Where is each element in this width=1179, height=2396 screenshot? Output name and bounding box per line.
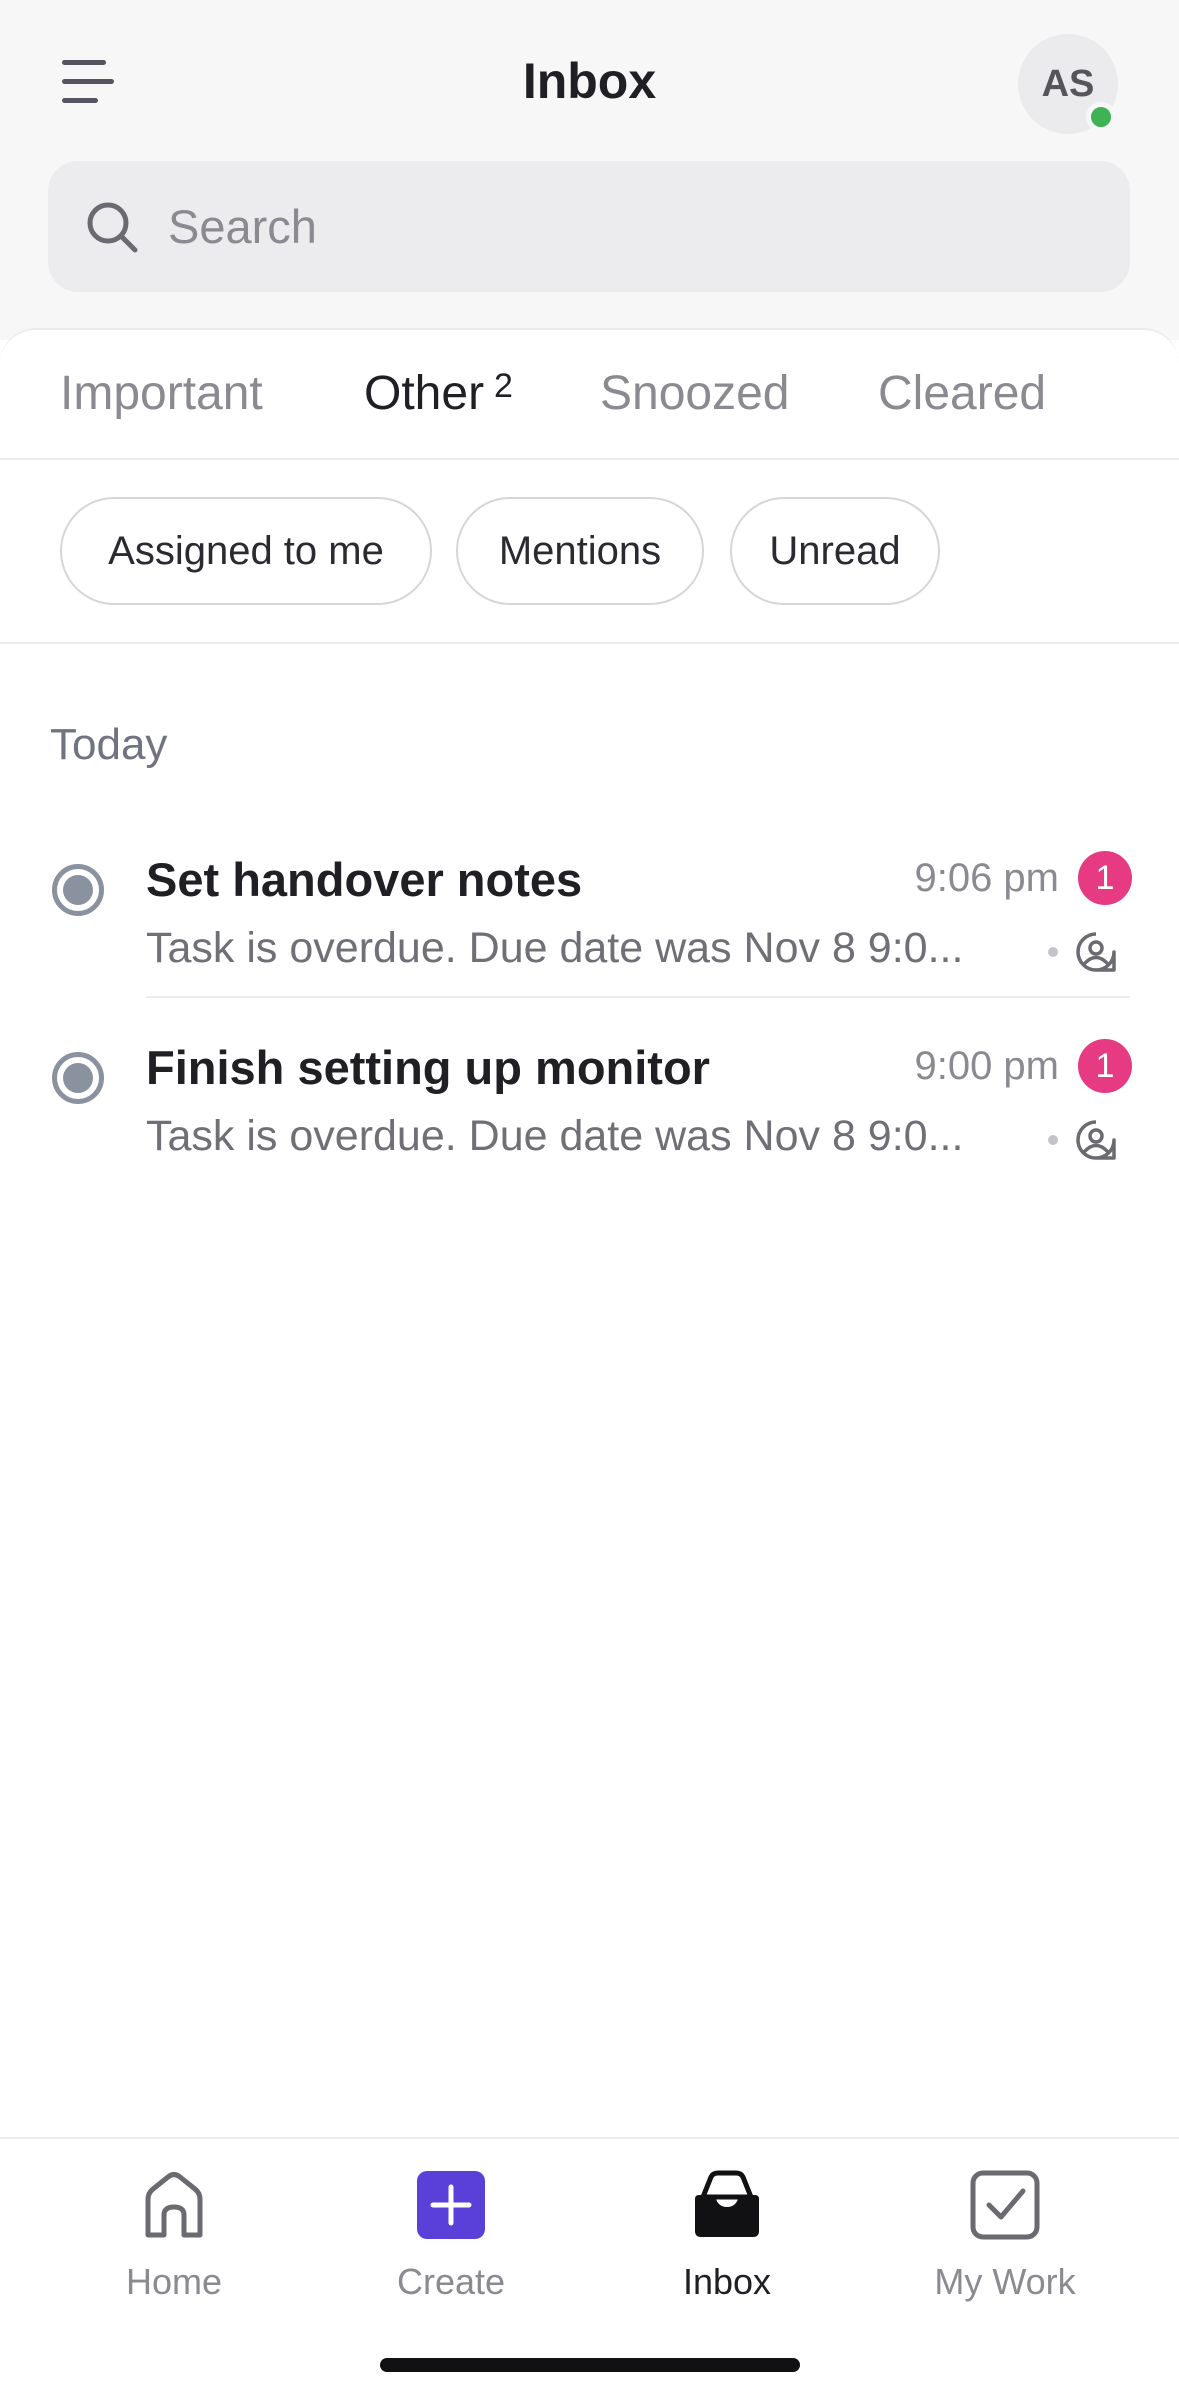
plus-icon	[417, 2171, 485, 2239]
unread-count-badge: 1	[1078, 851, 1132, 905]
tab-label: Other	[364, 367, 485, 420]
item-title: Finish setting up monitor	[146, 1041, 710, 1094]
inbox-sheet: Important Other 2 Snoozed Cleared Assigne…	[0, 328, 1179, 2396]
list-item[interactable]: Finish setting up monitor 9:00 pm 1 Task…	[0, 998, 1179, 1186]
menu-button[interactable]	[56, 54, 120, 110]
tab-other[interactable]: Other 2	[364, 366, 513, 421]
tab-important[interactable]: Important	[60, 366, 263, 421]
inbox-screen: Inbox AS Important Other2 Snoozed Cleare…	[0, 0, 1179, 2396]
separator-dot	[1048, 1135, 1058, 1145]
tab-count-badge: 2	[494, 367, 513, 405]
menu-icon-line	[62, 79, 114, 84]
item-time: 9:00 pm	[914, 1044, 1059, 1088]
nav-label: Create	[396, 2261, 506, 2302]
menu-icon-line	[62, 98, 98, 103]
assigned-user-icon	[1076, 932, 1116, 972]
nav-inbox[interactable]: Inbox	[607, 2165, 847, 2335]
filter-chips: Assigned to me Mentions Unread	[0, 460, 1179, 644]
nav-create[interactable]: Create	[331, 2165, 571, 2335]
section-header-today: Today	[50, 720, 168, 769]
item-subtitle: Task is overdue. Due date was Nov 8 9:0.…	[146, 1112, 964, 1160]
nav-home[interactable]: Home	[54, 2165, 294, 2335]
nav-label: My Work	[934, 2261, 1076, 2302]
task-status-icon[interactable]	[52, 1052, 104, 1104]
menu-icon	[62, 60, 106, 65]
nav-label: Home	[125, 2261, 223, 2302]
filter-assigned-to-me[interactable]: Assigned to me	[60, 497, 432, 605]
tab-snoozed[interactable]: Snoozed	[600, 366, 790, 421]
search-icon	[87, 202, 138, 253]
tab-label: Snoozed	[600, 367, 790, 420]
inbox-icon	[695, 2170, 759, 2237]
item-subtitle: Task is overdue. Due date was Nov 8 9:0.…	[146, 924, 964, 972]
online-status-indicator	[1086, 102, 1116, 132]
list-item[interactable]: Set handover notes 9:06 pm 1 Task is ove…	[0, 810, 1179, 998]
filter-unread[interactable]: Unread	[730, 497, 940, 605]
tab-bar: Important Other 2 Snoozed Cleared	[0, 330, 1179, 460]
tab-label: Cleared	[878, 367, 1047, 420]
filter-mentions[interactable]: Mentions	[456, 497, 704, 605]
unread-count-badge: 1	[1078, 1039, 1132, 1093]
item-time: 9:06 pm	[914, 856, 1059, 900]
nav-label: Inbox	[682, 2261, 772, 2302]
nav-my-work[interactable]: My Work	[885, 2165, 1125, 2335]
task-status-icon[interactable]	[52, 864, 104, 916]
home-icon	[145, 2172, 203, 2238]
tab-cleared[interactable]: Cleared	[878, 366, 1046, 421]
search-bar[interactable]	[48, 161, 1130, 292]
assigned-user-icon	[1076, 1120, 1116, 1160]
separator-dot	[1048, 947, 1058, 957]
checkbox-icon	[970, 2170, 1040, 2240]
item-title: Set handover notes	[146, 853, 583, 906]
tab-label: Important	[60, 367, 263, 420]
search-input[interactable]	[168, 161, 1088, 292]
home-indicator	[380, 2358, 800, 2372]
header: Inbox AS	[0, 0, 1179, 340]
page-title: Inbox	[522, 53, 657, 109]
